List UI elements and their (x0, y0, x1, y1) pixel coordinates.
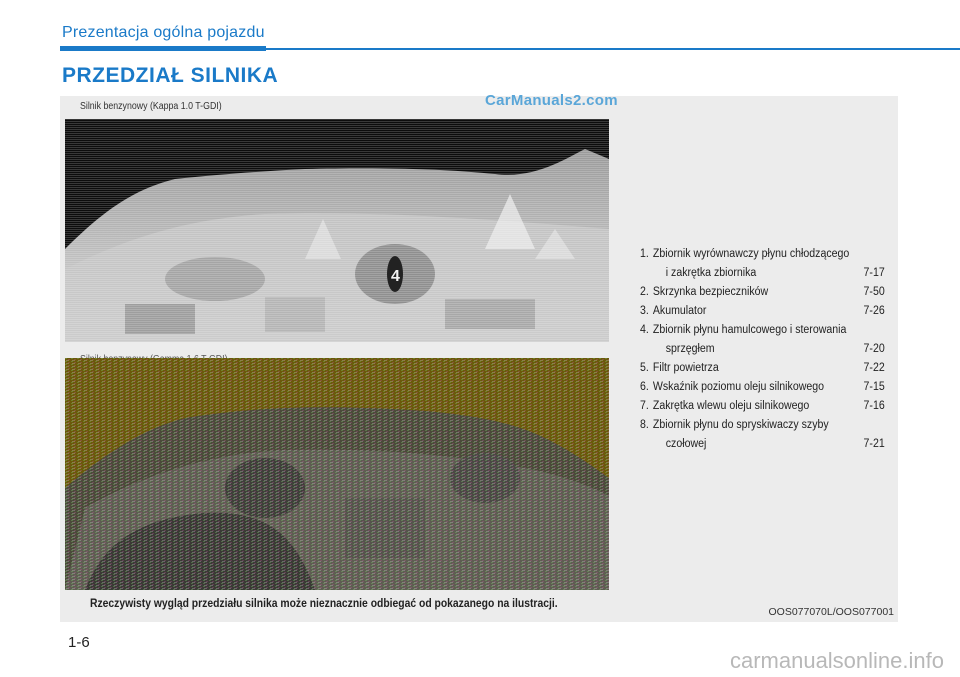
page-title: PRZEDZIAŁ SILNIKA (62, 64, 279, 87)
list-item: 4. Zbiornik płynu hamulcowego i sterowani… (640, 324, 847, 336)
callout-number: 4 (391, 268, 400, 285)
list-item: 5. Filtr powietrza 7-22 (640, 362, 885, 374)
list-item: czołowej 7-21 (665, 438, 885, 450)
list-item: 2. Skrzynka bezpieczników 7-50 (640, 286, 885, 298)
figure-code: OOS077070L/OOS077001 (768, 606, 894, 618)
list-item: 1. Zbiornik wyrównawczy płynu chłodzącego (640, 248, 850, 260)
footer-watermark[interactable]: carmanualsonline.info (730, 648, 944, 674)
section-header: Prezentacja ogólna pojazdu (62, 24, 265, 41)
list-item: 8. Zbiornik płynu do spryskiwaczy szyby (640, 419, 829, 431)
list-item: 3. Akumulator 7-26 (640, 305, 885, 317)
page-number: 1-6 (68, 634, 90, 651)
engine-image-gamma (65, 358, 609, 590)
parts-list: 1. Zbiornik wyrównawczy płynu chłodzącego… (640, 245, 886, 454)
list-item: i zakrętka zbiornika 7-17 (665, 267, 885, 279)
list-item: 6. Wskaźnik poziomu oleju silnikowego 7-15 (640, 381, 885, 393)
image-caption-kappa: Silnik benzynowy (Kappa 1.0 T-GDI) (80, 101, 222, 112)
disclaimer: Rzeczywisty wygląd przedziału silnika mo… (90, 598, 558, 610)
header-rule (60, 48, 960, 50)
list-item: sprzęgłem 7-20 (665, 343, 885, 355)
engine-image-kappa: 4 (65, 119, 609, 342)
watermark[interactable]: CarManuals2.com (485, 92, 618, 109)
list-item: 7. Zakrętka wlewu oleju silnikowego 7-16 (640, 400, 885, 412)
